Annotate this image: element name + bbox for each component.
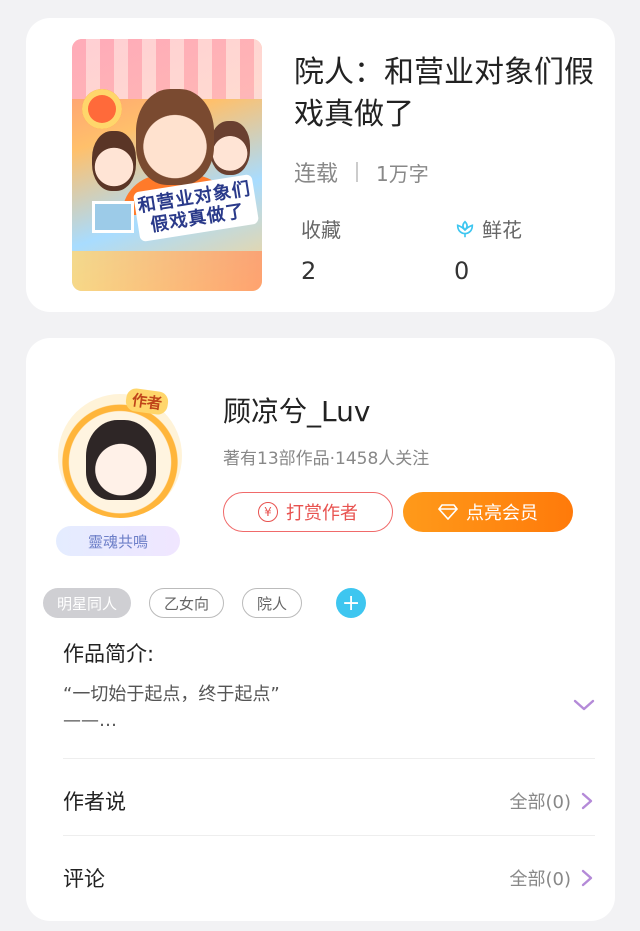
- comments-label: 评论: [63, 867, 105, 891]
- flowers-label-row: 鲜花: [454, 214, 522, 243]
- author-notes-row[interactable]: 作者说 全部(0): [63, 771, 593, 831]
- soul-resonance-badge: 靈魂共鳴: [56, 526, 180, 556]
- flowers-label: 鲜花: [482, 218, 522, 242]
- flowers-count: 0: [454, 257, 470, 285]
- favorites-count: 2: [301, 257, 317, 285]
- divider: [63, 835, 595, 836]
- tag-pill[interactable]: 明星同人: [43, 588, 132, 618]
- chevron-right-icon: [581, 869, 593, 887]
- yen-icon: ¥: [258, 502, 278, 522]
- add-tag-button[interactable]: +: [336, 588, 367, 618]
- author-avatar-frame[interactable]: 作者: [54, 384, 190, 518]
- vip-button[interactable]: 点亮会员: [403, 492, 573, 532]
- comments-link[interactable]: 全部(0): [510, 865, 594, 891]
- cover-character-right: [210, 121, 250, 175]
- tag-pill[interactable]: 乙女向: [149, 588, 225, 618]
- gem-icon: [438, 504, 458, 520]
- tip-author-button[interactable]: ¥ 打赏作者: [223, 492, 393, 532]
- tag-pill[interactable]: 院人: [242, 588, 303, 618]
- divider: [63, 758, 595, 759]
- cover-photo-inset: [92, 201, 134, 233]
- cover-character-left: [92, 131, 136, 191]
- avatar-character: [86, 420, 156, 500]
- favorites-label: 收藏: [301, 218, 341, 242]
- author-notes-label: 作者说: [63, 790, 126, 814]
- book-info-card: 和营业对象们假戏真做了 院人：和营业对象们假戏真做了 连载 1万字 收藏 2 鲜…: [26, 18, 615, 312]
- chevron-down-icon[interactable]: [573, 698, 595, 712]
- book-cover-image[interactable]: 和营业对象们假戏真做了: [72, 39, 262, 291]
- cover-flower-decoration: [82, 89, 122, 129]
- chevron-right-icon: [581, 792, 593, 810]
- flower-icon: [456, 219, 474, 237]
- meta-divider: [356, 162, 359, 182]
- cover-character-center: [136, 89, 214, 185]
- intro-text: “一切始于起点，终于起点” ——…: [63, 684, 280, 731]
- author-info-card: 作者 靈魂共鳴 顾凉兮_Luv 著有13部作品·1458人关注 ¥ 打赏作者 点…: [26, 338, 615, 921]
- comments-row[interactable]: 评论 全部(0): [63, 848, 593, 908]
- cover-bottom-band: [72, 251, 262, 291]
- author-stats: 著有13部作品·1458人关注: [223, 449, 430, 469]
- book-word-count: 1万字: [376, 161, 429, 186]
- author-notes-link[interactable]: 全部(0): [510, 788, 594, 814]
- tip-author-label: 打赏作者: [286, 503, 358, 524]
- vip-label: 点亮会员: [466, 503, 538, 524]
- genre-tags: 明星同人 乙女向 院人 +: [43, 588, 367, 618]
- author-name[interactable]: 顾凉兮_Luv: [223, 390, 370, 430]
- favorites-stat: 收藏 2: [301, 214, 341, 285]
- book-title: 院人：和营业对象们假戏真做了: [294, 55, 594, 132]
- book-status: 连载: [294, 162, 339, 187]
- comments-count: 全部(0): [509, 869, 572, 890]
- book-meta: 连载 1万字: [294, 156, 429, 188]
- intro-heading: 作品简介:: [63, 642, 155, 666]
- author-notes-count: 全部(0): [509, 792, 572, 813]
- flowers-stat[interactable]: 鲜花 0: [454, 214, 522, 285]
- plus-icon: +: [341, 590, 361, 616]
